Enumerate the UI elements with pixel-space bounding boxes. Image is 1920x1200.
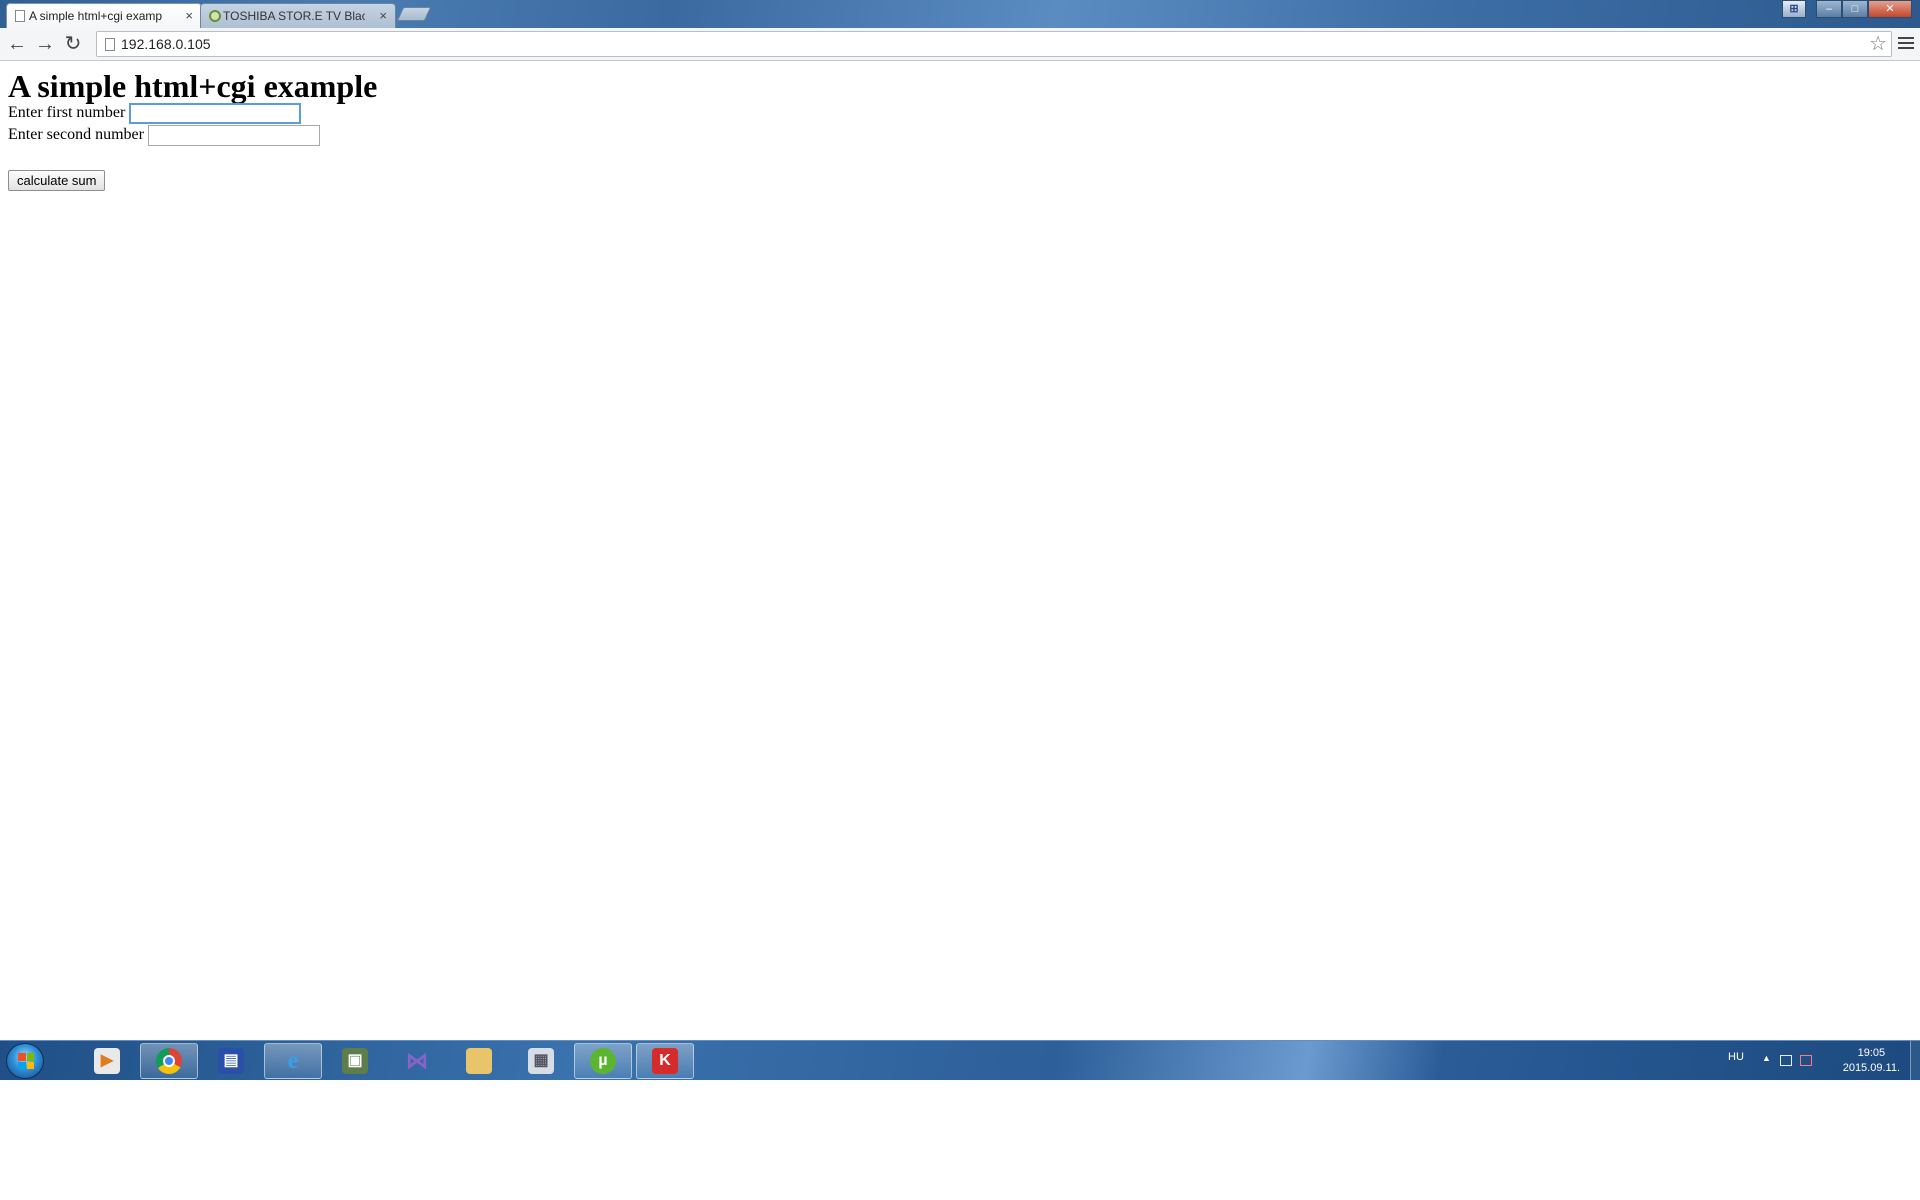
close-icon[interactable]: × [379,4,387,28]
visual-studio-icon: ⋈ [406,1048,428,1073]
clock[interactable]: 19:05 2015.09.11. [1843,1046,1900,1076]
action-center-flag-icon[interactable] [1800,1055,1812,1066]
reload-icon[interactable]: ↻ [60,32,86,56]
system-tray: HU ▲ 19:05 2015.09.11. [1710,1041,1920,1081]
tab-toshiba-store[interactable]: TOSHIBA STOR.E TV Black × [200,3,396,28]
first-number-row: Enter first number [8,102,302,124]
taskbar-media-player[interactable]: ▶ [78,1043,136,1079]
page-content: A simple html+cgi example Enter first nu… [0,62,1920,1040]
taskbar-kaspersky[interactable]: K [636,1043,694,1079]
kaspersky-icon: K [652,1048,678,1074]
close-window-button[interactable]: ✕ [1868,0,1912,18]
page-title: A simple html+cgi example [8,68,378,104]
taskbar-file-explorer[interactable] [450,1043,508,1079]
back-icon[interactable]: ← [4,32,30,56]
clock-date: 2015.09.11. [1842,1062,1900,1074]
windows-logo-icon [18,1053,34,1069]
language-indicator[interactable]: HU [1728,1051,1744,1063]
blank-area [0,1080,1920,1200]
browser-toolbar: ← → ↻ 192.168.0.105 ☆ [0,28,1920,61]
first-number-label: Enter first number [8,104,126,121]
floppy-disk-icon: ▤ [218,1048,244,1074]
internet-explorer-icon: e [287,1048,299,1074]
second-number-label: Enter second number [8,126,144,143]
show-hidden-icons-icon[interactable]: ▲ [1762,1053,1771,1063]
new-tab-button[interactable] [396,7,432,21]
media-player-icon: ▶ [94,1048,120,1074]
minimize-button[interactable]: – [1816,0,1842,18]
first-number-input[interactable] [129,102,302,124]
folder-icon [466,1048,492,1074]
taskbar-utorrent[interactable]: µ [574,1043,632,1079]
title-bar: A simple html+cgi examp × TOSHIBA STOR.E… [0,0,1920,28]
tab-label: A simple html+cgi examp [29,9,163,23]
taskbar-calculator[interactable]: ▦ [512,1043,570,1079]
taskbar-chrome[interactable] [140,1043,198,1079]
page-icon [15,10,25,22]
globe-icon [209,10,221,22]
second-number-input[interactable] [147,124,320,146]
taskbar-save-app[interactable]: ▤ [202,1043,260,1079]
taskbar-internet-explorer[interactable]: e [264,1043,322,1079]
close-icon[interactable]: × [185,4,193,28]
calculate-sum-button[interactable]: calculate sum [8,170,106,191]
start-button[interactable] [6,1043,44,1079]
menu-icon[interactable] [1898,34,1914,54]
tab-label: TOSHIBA STOR.E TV Black [223,9,365,23]
taskbar-pinned-apps: ▶ ▤ e ▣ ⋈ ▦ µ K [78,1043,698,1079]
clock-time: 19:05 [1857,1047,1886,1059]
taskbar-visual-studio[interactable]: ⋈ [388,1043,446,1079]
show-desktop-button[interactable] [1910,1041,1920,1081]
window-controls: ⊞ – □ ✕ [1782,0,1912,20]
monitor-icon: ▣ [342,1048,368,1074]
page-icon [105,38,115,51]
second-number-row: Enter second number [8,124,320,146]
forward-icon[interactable]: → [32,32,58,56]
bookmark-star-icon[interactable]: ☆ [1869,32,1887,56]
address-text: 192.168.0.105 [121,36,211,52]
utorrent-icon: µ [590,1048,616,1074]
chrome-icon [156,1048,182,1074]
maximize-button[interactable]: □ [1842,0,1868,18]
app-switch-icon[interactable]: ⊞ [1782,0,1806,18]
calculator-icon: ▦ [528,1048,554,1074]
taskbar: ▶ ▤ e ▣ ⋈ ▦ µ K HU ▲ 19:05 2015.09.11. [0,1040,1920,1081]
taskbar-monitor-app[interactable]: ▣ [326,1043,384,1079]
network-icon[interactable] [1780,1055,1792,1066]
address-bar[interactable]: 192.168.0.105 ☆ [96,31,1892,57]
tab-html-cgi-example[interactable]: A simple html+cgi examp × [6,3,202,28]
